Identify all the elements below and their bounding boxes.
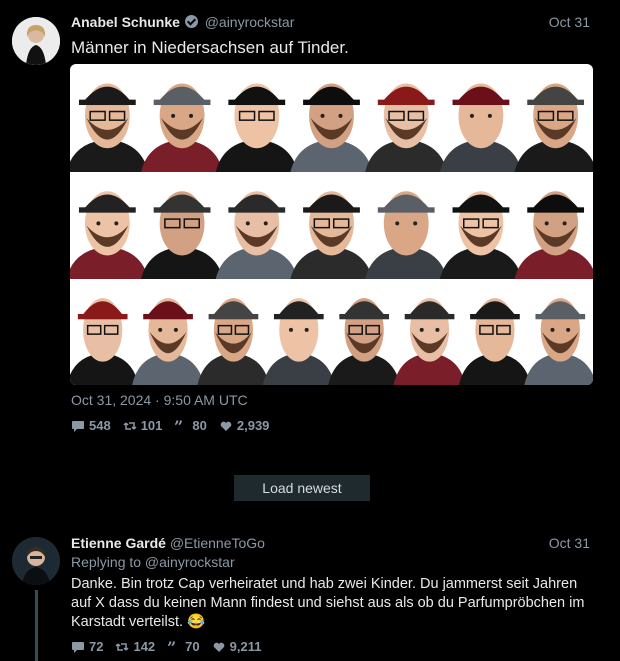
svg-text:”: ” xyxy=(174,419,183,433)
collage-face xyxy=(70,83,149,172)
retweet-count-value: 101 xyxy=(140,418,163,433)
collage-face xyxy=(215,83,298,172)
reply-header: Etienne Gardé @EtienneToGo xyxy=(71,535,265,551)
collage-image xyxy=(70,83,593,385)
collage-face xyxy=(290,83,373,172)
tweet-main: Anabel Schunke @ainyrockstar Oct 31 Männ… xyxy=(0,0,620,460)
collage-face xyxy=(140,83,224,172)
retweet-count[interactable]: 101 xyxy=(123,418,163,433)
quote-icon: ” xyxy=(174,419,183,433)
collage-face xyxy=(439,191,523,279)
collage-face xyxy=(215,191,298,279)
collage-face xyxy=(140,191,224,279)
load-newest-button[interactable]: Load newest xyxy=(234,475,370,501)
author-handle[interactable]: @ainyrockstar xyxy=(205,14,295,30)
tweet-header: Anabel Schunke @ainyrockstar xyxy=(71,14,294,30)
collage-face xyxy=(70,191,149,279)
like-count[interactable]: 2,939 xyxy=(219,418,270,433)
tweet-reply: Etienne Gardé @EtienneToGo Oct 31 Replyi… xyxy=(0,525,620,661)
svg-text:”: ” xyxy=(167,640,176,654)
tweet-stats: 548 101 ” 80 2,939 xyxy=(71,418,269,433)
retweet-icon xyxy=(115,642,129,651)
collage-face xyxy=(290,191,373,279)
reply2-reply-count[interactable]: 72 xyxy=(71,639,103,654)
collage-face xyxy=(524,298,593,385)
tweet-text: Männer in Niedersachsen auf Tinder. xyxy=(71,38,349,57)
tweet-image[interactable] xyxy=(70,64,593,385)
comment-icon xyxy=(72,641,84,653)
collage-face xyxy=(514,191,593,279)
reply2-retweet-count[interactable]: 142 xyxy=(115,639,155,654)
quote-count[interactable]: ” 80 xyxy=(174,418,206,433)
collage-face xyxy=(365,83,448,172)
reply2-reply-count-value: 72 xyxy=(89,639,104,654)
tweet-timestamp[interactable]: Oct 31, 2024 · 9:50 AM UTC xyxy=(71,392,248,408)
comment-icon xyxy=(72,420,84,432)
author-avatar[interactable] xyxy=(12,17,60,65)
reply-count-value: 548 xyxy=(89,418,111,433)
reply2-like-count-value: 9,211 xyxy=(229,639,262,654)
retweet-icon xyxy=(123,421,137,430)
reply-text: Danke. Bin trotz Cap verheiratet und hab… xyxy=(71,576,585,630)
tweet-date[interactable]: Oct 31 xyxy=(549,14,590,30)
collage-face xyxy=(132,298,205,385)
reply-author-name[interactable]: Etienne Gardé xyxy=(71,535,166,551)
thread-line xyxy=(35,590,38,661)
reply2-retweet-count-value: 142 xyxy=(133,639,156,654)
verified-icon xyxy=(184,15,198,28)
collage-face xyxy=(262,298,335,385)
collage-face xyxy=(393,298,466,385)
heart-icon xyxy=(220,421,232,431)
reply2-quote-count-value: 70 xyxy=(185,639,200,654)
collage-face xyxy=(365,191,448,279)
reply-author-handle[interactable]: @EtienneToGo xyxy=(170,535,265,551)
reply2-quote-count[interactable]: ” 70 xyxy=(167,639,199,654)
quote-icon: ” xyxy=(167,640,176,654)
replying-to[interactable]: Replying to @ainyrockstar xyxy=(71,554,235,570)
reply-date[interactable]: Oct 31 xyxy=(549,535,590,551)
collage-face xyxy=(514,83,593,172)
author-name[interactable]: Anabel Schunke xyxy=(71,14,180,30)
reply-stats: 72 142 ” 70 9,211 xyxy=(71,639,261,654)
quote-count-value: 80 xyxy=(192,418,207,433)
heart-icon xyxy=(213,642,224,652)
collage-face xyxy=(70,298,139,385)
reply-author-avatar[interactable] xyxy=(12,537,60,585)
collage-face xyxy=(458,298,531,385)
collage-face xyxy=(328,298,401,385)
like-count-value: 2,939 xyxy=(236,418,270,433)
reply-count[interactable]: 548 xyxy=(71,418,111,433)
reply2-like-count[interactable]: 9,211 xyxy=(212,639,262,654)
collage-face xyxy=(197,298,270,385)
collage-face xyxy=(439,83,523,172)
